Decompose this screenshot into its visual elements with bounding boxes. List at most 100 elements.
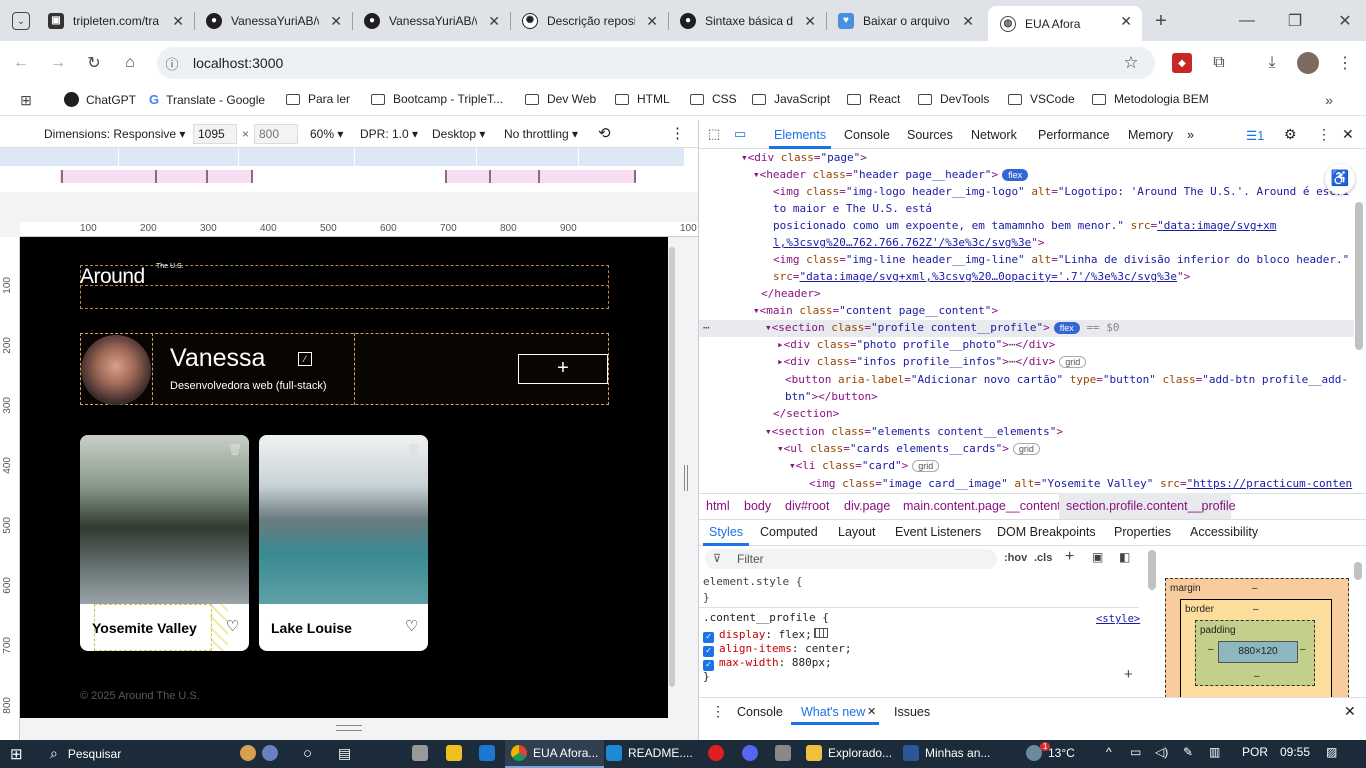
device-menu-icon[interactable]: ⋮ [670,124,685,142]
close-icon[interactable]: ✕ [488,13,500,30]
tab-performance[interactable]: Performance [1038,128,1110,142]
app-icon[interactable] [412,745,434,761]
clock[interactable]: 09:55 [1280,745,1310,759]
crumb-section[interactable]: section.profile.content__profile [1066,499,1236,513]
paint-icon[interactable]: ▣ [1092,550,1103,564]
box-model-padding[interactable]: padding – 880×120 – – [1195,620,1315,686]
tab-github-1[interactable]: ● VanessaYuriAB/w ✕ [194,0,352,41]
devtools-menu-icon[interactable]: ⋮ [1317,126,1331,143]
search-highlight-icon[interactable] [240,745,284,761]
drawer-tab-console[interactable]: Console [737,705,783,719]
page-scrollbar[interactable] [669,247,675,687]
tab-network[interactable]: Network [971,128,1017,142]
tab-console[interactable]: Console [844,128,890,142]
widgets-icon[interactable]: ▤ [338,745,351,762]
box-scrollbar[interactable] [1354,562,1362,580]
site-info-icon[interactable]: ⓘ [163,54,181,72]
close-icon[interactable]: ✕ [1120,13,1132,30]
taskbar-app-vscode[interactable]: README.... [606,745,693,761]
crumb-html[interactable]: html [706,499,730,513]
trash-icon[interactable]: 🗑 [228,443,242,456]
new-tab-icon[interactable]: + [1150,10,1172,32]
tab-accessibility[interactable]: Accessibility [1190,525,1258,539]
drawer-tab-issues[interactable]: Issues [894,705,930,719]
tab-styles[interactable]: Styles [709,525,743,539]
bookmark-folder[interactable]: React [847,92,900,106]
bookmark-folder[interactable]: DevTools [918,92,989,106]
style-source-link[interactable]: <style> [1096,613,1140,625]
avatar[interactable] [1297,52,1319,74]
more-tabs-icon[interactable]: » [1187,128,1194,142]
drawer-menu-icon[interactable]: ⋮ [711,703,725,720]
language-indicator[interactable]: POR [1242,745,1268,759]
bookmark-folder[interactable]: Para ler [286,92,350,106]
network-icon[interactable]: ▥ [1209,745,1220,759]
bookmark-folder[interactable]: JavaScript [752,92,830,106]
tab-download[interactable]: ♥ Baixar o arquivo ✕ [826,0,984,41]
bookmark-translate[interactable]: G Translate - Google [149,92,265,107]
download-icon[interactable]: ⤓ [1261,52,1283,74]
new-rule-icon[interactable]: + [1065,548,1074,566]
add-card-button[interactable]: + [518,354,608,384]
crumb-root[interactable]: div#root [785,499,829,513]
tab-computed[interactable]: Computed [760,525,818,539]
like-heart-icon[interactable]: ♡ [226,617,239,635]
reload-icon[interactable]: ↻ [83,52,105,74]
trash-icon[interactable]: 🗑 [407,443,421,456]
close-icon[interactable]: ✕ [867,705,876,718]
dpr-select[interactable]: DPR: 1.0 ▾ [360,127,418,141]
bookmark-folder[interactable]: Dev Web [525,92,596,106]
styles-scrollbar[interactable] [1148,550,1156,590]
crumb-div-page[interactable]: div.page [844,499,890,513]
styles-filter-input[interactable]: ⊽ Filter [705,549,997,569]
extension-icon[interactable]: ◆ [1172,53,1192,73]
dimensions-select[interactable]: Dimensions: Responsive ▾ [44,127,185,141]
width-input[interactable]: 1095 [193,124,237,144]
media-query-bar-max[interactable] [0,148,684,166]
close-window-icon[interactable]: ✕ [1334,10,1356,32]
inspect-icon[interactable]: ⬚ [708,126,720,142]
volume-icon[interactable]: ◁) [1155,745,1168,759]
bookmark-folder[interactable]: VSCode [1008,92,1075,106]
menu-kebab-icon[interactable]: ⋮ [1334,52,1356,74]
app-icon[interactable] [708,745,730,761]
restore-icon[interactable]: ❐ [1284,10,1306,32]
box-model-border[interactable]: border – padding – 880×120 – – [1180,599,1332,699]
tab-elements[interactable]: Elements [774,128,826,142]
more-bookmarks-icon[interactable]: » [1320,91,1338,109]
close-icon[interactable]: ✕ [962,13,974,30]
bookmark-folder[interactable]: CSS [690,92,737,106]
issues-counter[interactable]: ☰1 [1246,128,1264,143]
rotate-icon[interactable]: ⟲ [598,124,611,142]
box-model-margin[interactable]: margin – border – padding – 880×120 – – [1165,578,1349,699]
tab-event-listeners[interactable]: Event Listeners [895,525,981,539]
hov-toggle[interactable]: :hov [1004,552,1027,564]
device-mode-select[interactable]: Desktop ▾ [432,127,485,141]
drawer-tab-whats-new[interactable]: What's new [801,705,865,719]
device-toggle-icon[interactable]: ▭ [734,126,746,142]
extensions-puzzle-icon[interactable]: ⧉ [1208,52,1230,74]
close-icon[interactable]: ✕ [330,13,342,30]
crumb-main[interactable]: main.content.page__content [903,499,1061,513]
home-icon[interactable]: ⌂ [119,52,141,74]
tab-tripleten[interactable]: ▣ tripleten.com/tra ✕ [36,0,194,41]
tab-chatgpt[interactable]: ✺ Descrição reposi ✕ [510,0,668,41]
tab-dom-breakpoints[interactable]: DOM Breakpoints [997,525,1096,539]
tab-github-3[interactable]: ● Sintaxe básica de ✕ [668,0,826,41]
accessibility-icon[interactable]: ♿ [1325,164,1355,194]
bookmark-star-icon[interactable]: ☆ [1121,53,1141,73]
app-icon[interactable] [775,745,797,761]
bookmark-chatgpt[interactable]: ChatGPT [64,92,136,107]
windows-start-icon[interactable]: ⊞ [10,745,23,763]
tab-properties[interactable]: Properties [1114,525,1171,539]
bookmark-folder[interactable]: Metodologia BEM [1092,92,1209,106]
minimize-icon[interactable]: — [1236,10,1258,32]
resize-handle-right[interactable] [684,465,688,491]
box-model-content[interactable]: 880×120 [1218,641,1298,663]
tray-chevron-icon[interactable]: ^ [1106,745,1112,759]
back-icon[interactable]: ← [10,52,32,74]
address-bar[interactable]: ⓘ localhost:3000 ☆ [157,47,1155,79]
drawer-close-icon[interactable]: ✕ [1344,703,1356,720]
tab-eua-afora[interactable]: ◍ EUA Afora ✕ [988,6,1142,41]
tab-memory[interactable]: Memory [1128,128,1173,142]
